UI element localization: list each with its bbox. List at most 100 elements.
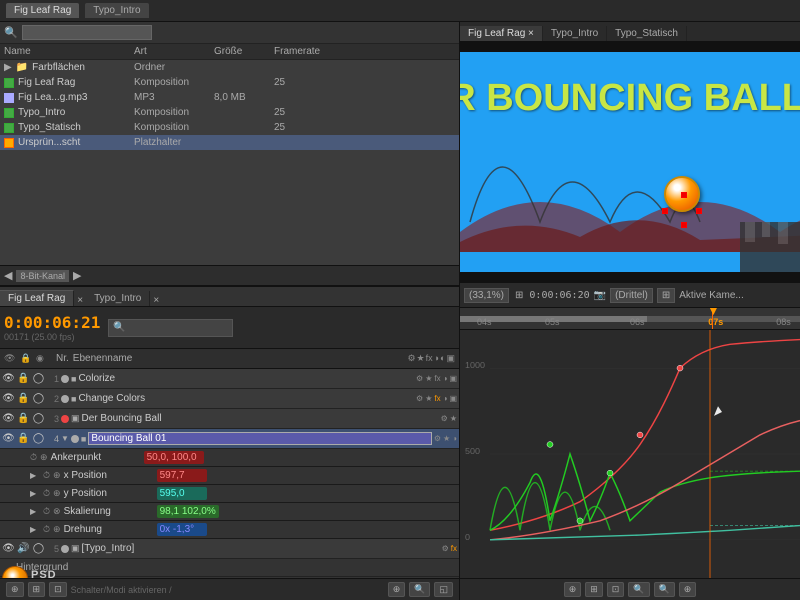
layer-motion-icon[interactable]: ◑: [443, 374, 448, 383]
bottom-btn-left2[interactable]: ⊞: [28, 582, 46, 597]
layer-motion-icon[interactable]: ◑: [443, 394, 448, 403]
graph-btn3[interactable]: ⊡: [607, 582, 625, 597]
prop-row-xpos[interactable]: ▶ ⏱ ⊕ x Position 597,7: [0, 467, 459, 485]
layer-row[interactable]: 👁 🔒 ◯ 2 ■ Change Colors ⚙ ★ fx ◑ ▣: [0, 389, 459, 409]
preview-tab-typo-intro[interactable]: Typo_Intro: [543, 26, 607, 41]
layer-star-icon[interactable]: ★: [425, 394, 432, 403]
comp-tab-typo[interactable]: Typo_Intro: [86, 291, 150, 306]
preview-fit-btn[interactable]: ⊞: [513, 290, 525, 301]
list-item[interactable]: Typo_Intro Komposition 25: [0, 105, 459, 120]
prop-row-rotation[interactable]: ▶ ⏱ ⊕ Drehung 0x -1,3°: [0, 521, 459, 539]
lock-icon[interactable]: 🔒: [17, 432, 30, 445]
prop-value[interactable]: 98,1 102,0%: [157, 505, 219, 518]
layer-3d-icon[interactable]: ▣: [449, 374, 457, 383]
eye-icon[interactable]: 👁: [2, 432, 15, 445]
layer-fx-icon[interactable]: ⚙: [416, 374, 423, 383]
graph-btn1[interactable]: ⊕: [564, 582, 582, 597]
prop-value[interactable]: 597,7: [157, 469, 207, 482]
stopwatch-icon[interactable]: ⏱: [43, 470, 50, 481]
prop-icon-link[interactable]: ⊕: [53, 488, 61, 499]
stopwatch-icon[interactable]: ⏱: [30, 452, 37, 463]
expand-arrow[interactable]: ▶: [30, 471, 40, 480]
prop-icon-link[interactable]: ⊗: [53, 506, 61, 517]
bottom-btn-left3[interactable]: ⊡: [49, 582, 67, 597]
solo-icon[interactable]: ◯: [32, 542, 45, 555]
solo-icon[interactable]: ◯: [32, 432, 45, 445]
layer-color-dot: [61, 545, 69, 553]
solo-icon[interactable]: ◯: [32, 392, 45, 405]
list-item[interactable]: ▶ 📁 Farbflächen Ordner: [0, 60, 459, 75]
layer-sub-row2[interactable]: [Fig leaf Reinige3] PSD Tutorials.de: [0, 577, 459, 578]
layer-star-icon[interactable]: ★: [425, 374, 432, 383]
project-search-input[interactable]: [22, 25, 152, 40]
layer-name: Change Colors: [78, 393, 414, 404]
list-item[interactable]: Fig Leaf Rag Komposition 25: [0, 75, 459, 90]
scroll-left-icon[interactable]: ◀: [4, 269, 12, 282]
eye-icon[interactable]: 👁: [2, 392, 15, 405]
prop-icon-link[interactable]: ⊕: [53, 470, 61, 481]
layer-fx-icon[interactable]: ⚙: [416, 394, 423, 403]
expand-arrow[interactable]: ▶: [30, 507, 40, 516]
layer-fx-icon[interactable]: ⚙: [441, 414, 448, 423]
solo-icon[interactable]: ◯: [32, 372, 45, 385]
list-item[interactable]: Ursprün...scht Platzhalter: [0, 135, 459, 150]
expand-icon[interactable]: ▼: [61, 434, 69, 443]
eye-icon[interactable]: 👁: [2, 412, 15, 425]
prop-value[interactable]: 595,0: [157, 487, 207, 500]
preview-camera-select[interactable]: (Drittel): [610, 288, 653, 303]
comp1-tab[interactable]: Typo_Intro: [85, 3, 148, 18]
comp-tab-fig[interactable]: Fig Leaf Rag: [0, 290, 74, 306]
solo-icon[interactable]: ◯: [32, 412, 45, 425]
bottom-btn-right1[interactable]: ⊕: [388, 582, 406, 597]
expand-arrow[interactable]: ▶: [30, 525, 40, 534]
stopwatch-icon[interactable]: ⏱: [43, 506, 50, 517]
project-tab[interactable]: Fig Leaf Rag: [6, 3, 79, 18]
list-item[interactable]: Typo_Statisch Komposition 25: [0, 120, 459, 135]
layer-fx-icon[interactable]: ⚙: [434, 434, 441, 443]
preview-tab-fig[interactable]: Fig Leaf Rag ×: [460, 26, 543, 41]
eye-icon[interactable]: 👁: [2, 542, 15, 555]
stopwatch-icon[interactable]: ⏱: [43, 488, 50, 499]
layer-row[interactable]: 👁 🔊 ◯ 5 ▣ [Typo_Intro] ⚙ fx: [0, 539, 459, 559]
graph-btn5[interactable]: 🔍: [654, 582, 675, 597]
layer-fx-badge[interactable]: fx: [451, 544, 457, 553]
preview-tab-typo-static[interactable]: Typo_Statisch: [607, 26, 687, 41]
graph-btn2[interactable]: ⊞: [585, 582, 603, 597]
prop-value[interactable]: 50,0, 100,0: [144, 451, 204, 464]
prop-row-ypos[interactable]: ▶ ⏱ ⊕ y Position 595,0: [0, 485, 459, 503]
prop-value[interactable]: 0x -1,3°: [157, 523, 207, 536]
layer-star-icon[interactable]: ★: [450, 414, 457, 423]
prop-row-ankerpunkt[interactable]: ⏱ ⊕ Ankerpunkt 50,0, 100,0: [0, 449, 459, 467]
preview-grid-btn[interactable]: ⊞: [657, 288, 675, 303]
timecode: 0:00:06:21: [4, 313, 100, 332]
eye-icon[interactable]: 👁: [2, 372, 15, 385]
list-item[interactable]: Fig Lea...g.mp3 MP3 8,0 MB: [0, 90, 459, 105]
prop-icon-link[interactable]: ⊕: [53, 524, 61, 535]
layer-fx-icon[interactable]: ⚙: [442, 544, 449, 553]
prop-icon-link[interactable]: ⊕: [40, 452, 48, 463]
layer-fx-badge[interactable]: fx: [434, 374, 440, 383]
layer-fx-badge[interactable]: fx: [434, 394, 440, 403]
stopwatch-icon[interactable]: ⏱: [43, 524, 50, 535]
scroll-right-icon[interactable]: ▶: [73, 269, 81, 282]
prop-row-scale[interactable]: ▶ ⏱ ⊗ Skalierung 98,1 102,0%: [0, 503, 459, 521]
bottom-btn-right2[interactable]: 🔍: [409, 582, 430, 597]
preview-percent[interactable]: (33,1%): [464, 288, 509, 303]
layer-3d-icon[interactable]: ▣: [449, 394, 457, 403]
lock-icon[interactable]: 🔒: [17, 372, 30, 385]
layer-star-icon[interactable]: ★: [443, 434, 450, 443]
expand-arrow[interactable]: ▶: [30, 489, 40, 498]
bottom-btn-left1[interactable]: ⊕: [6, 582, 24, 597]
audio-icon[interactable]: 🔊: [17, 542, 30, 555]
lock-icon[interactable]: 🔒: [17, 412, 30, 425]
timeline-search-input[interactable]: [128, 322, 228, 333]
layer-motion-icon[interactable]: ◑: [452, 434, 457, 443]
layer-row[interactable]: 👁 🔒 ◯ 1 ■ Colorize ⚙ ★ fx ◑ ▣: [0, 369, 459, 389]
lock-icon[interactable]: 🔒: [17, 392, 30, 405]
layer-row[interactable]: 👁 🔒 ◯ 3 ▣ Der Bouncing Ball ⚙ ★: [0, 409, 459, 429]
graph-btn4[interactable]: 🔍: [628, 582, 649, 597]
layer-name: Hintergrund: [16, 562, 457, 573]
layer-row-selected[interactable]: 👁 🔒 ◯ 4 ▼ ■ Bouncing Ball 01 ⚙ ★ ◑: [0, 429, 459, 449]
bottom-btn-right3[interactable]: ◱: [434, 582, 453, 597]
graph-btn6[interactable]: ⊕: [679, 582, 697, 597]
